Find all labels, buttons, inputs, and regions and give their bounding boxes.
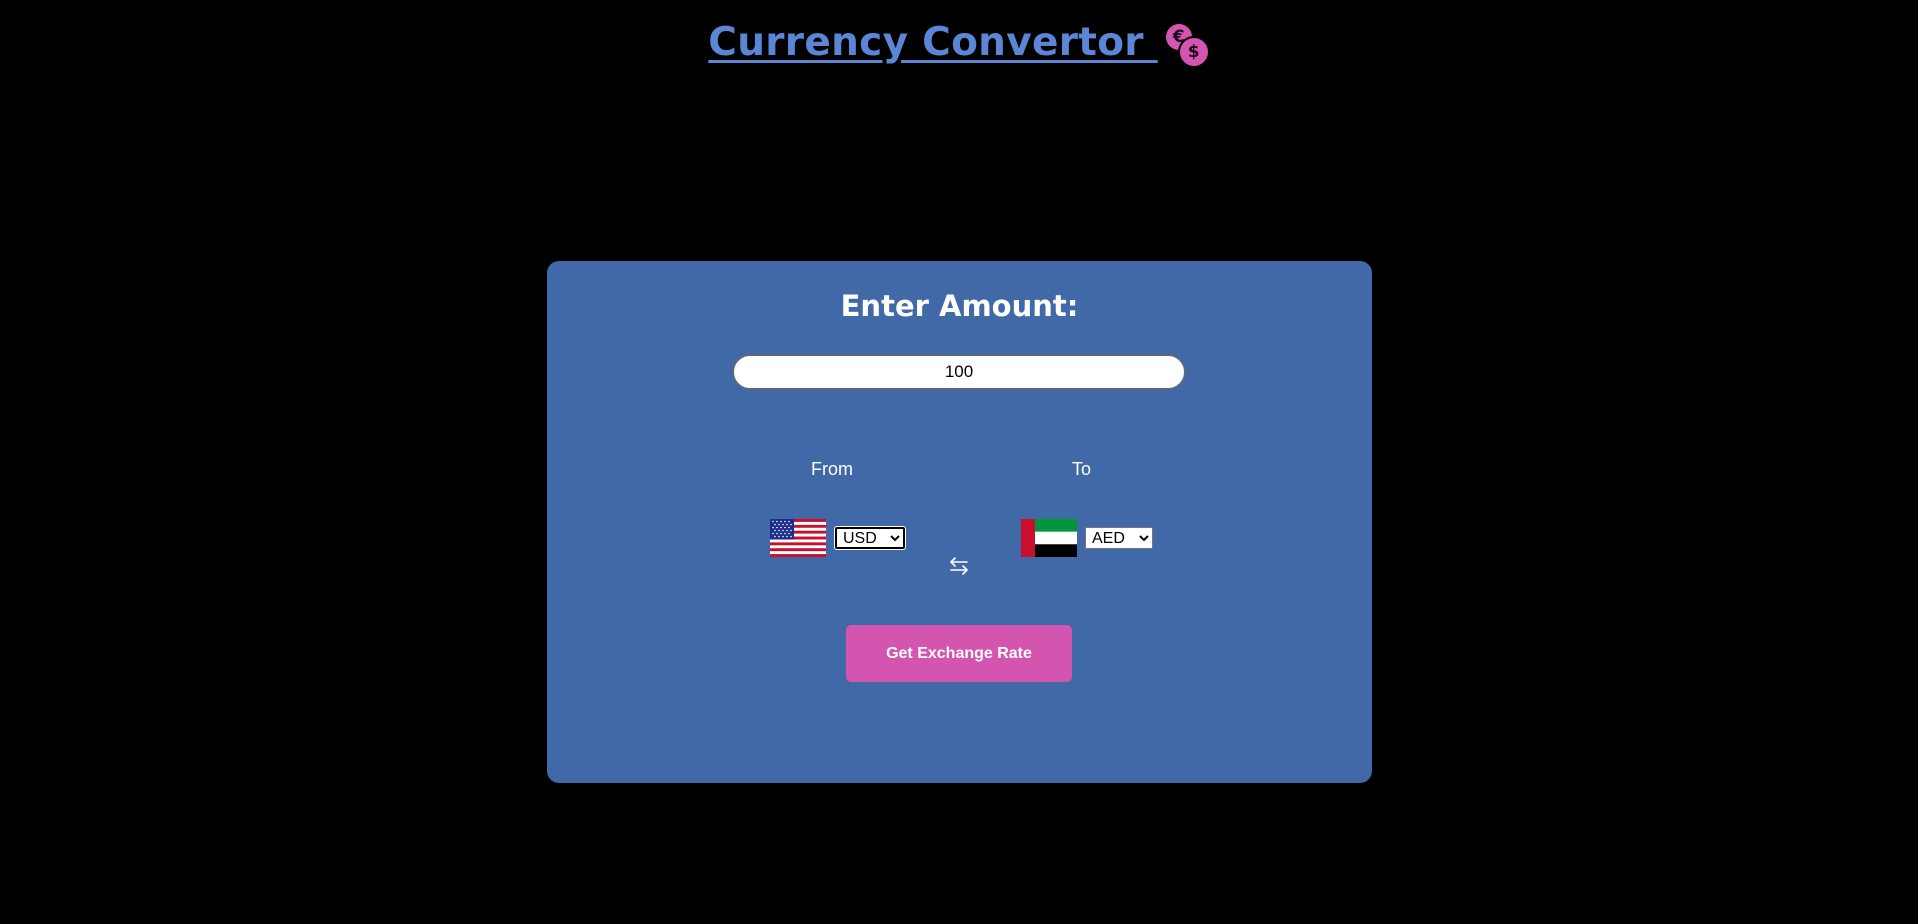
from-label: From: [811, 459, 853, 479]
amount-input[interactable]: [732, 354, 1186, 390]
us-flag-icon: [770, 519, 826, 557]
to-currency-select[interactable]: AED: [1085, 527, 1153, 549]
uae-flag-icon: [1021, 519, 1077, 557]
converter-card: Enter Amount: From To: [547, 261, 1372, 783]
amount-heading: Enter Amount:: [840, 289, 1079, 323]
page: Currency Convertor € $ Enter Amount: Fro…: [0, 0, 1918, 924]
page-title-link[interactable]: Currency Convertor: [708, 20, 1157, 65]
swap-arrows-icon[interactable]: [947, 554, 971, 578]
to-label: To: [1072, 459, 1092, 479]
currency-coins-icon: € $: [1165, 20, 1210, 68]
dollar-coin-icon: $: [1177, 35, 1210, 68]
get-exchange-rate-button[interactable]: Get Exchange Rate: [846, 625, 1072, 682]
header: Currency Convertor € $: [0, 20, 1918, 68]
from-currency-select[interactable]: USD: [834, 526, 906, 550]
